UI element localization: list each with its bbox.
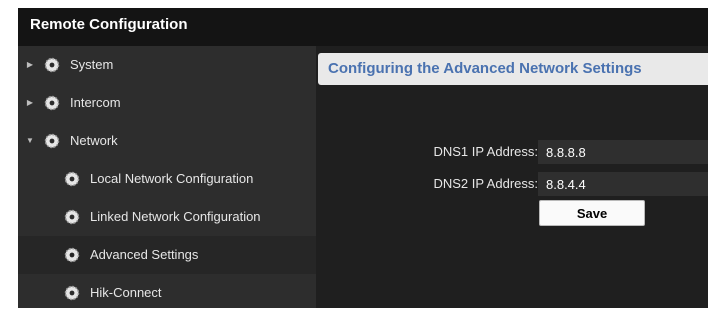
gear-icon [64,171,80,187]
gear-icon [44,133,60,149]
dns1-ip-input[interactable] [538,140,708,164]
sidebar-item-label: Intercom [70,95,121,110]
sidebar-item-label: Network [70,133,118,148]
window-title: Remote Configuration [18,8,708,46]
sidebar-tree: ▶ System ▶ Intercom ▼ Network Local Netw… [18,46,316,308]
sidebar-item-label: Hik-Connect [90,285,162,300]
sidebar-item-label: Advanced Settings [90,247,199,262]
dns1-label: DNS1 IP Address: [433,144,538,159]
gear-icon [64,247,80,263]
gear-icon [64,285,80,301]
content-panel: Configuring the Advanced Network Setting… [316,46,708,308]
chevron-down-icon[interactable]: ▼ [26,122,34,160]
sidebar-item-advanced-settings[interactable]: Advanced Settings [18,236,316,274]
sidebar-item-hik-connect[interactable]: Hik-Connect [18,274,316,312]
sidebar-item-local-network-configuration[interactable]: Local Network Configuration [18,160,316,198]
gear-icon [44,95,60,111]
dns2-ip-input[interactable] [538,172,708,196]
gear-icon [64,209,80,225]
sidebar-item-linked-network-configuration[interactable]: Linked Network Configuration [18,198,316,236]
sidebar-item-label: Local Network Configuration [90,171,254,186]
chevron-right-icon[interactable]: ▶ [26,84,34,122]
save-button[interactable]: Save [539,200,645,226]
remote-configuration-window: Remote Configuration ▶ System ▶ Intercom… [18,8,708,308]
sidebar-item-network[interactable]: ▼ Network [18,122,316,160]
sidebar-item-intercom[interactable]: ▶ Intercom [18,84,316,122]
sidebar-item-label: Linked Network Configuration [90,209,261,224]
section-title: Configuring the Advanced Network Setting… [318,53,708,85]
sidebar-item-label: System [70,57,114,72]
chevron-right-icon[interactable]: ▶ [26,46,34,84]
gear-icon [44,57,60,73]
dns2-label: DNS2 IP Address: [433,176,538,191]
sidebar-item-system[interactable]: ▶ System [18,46,316,84]
